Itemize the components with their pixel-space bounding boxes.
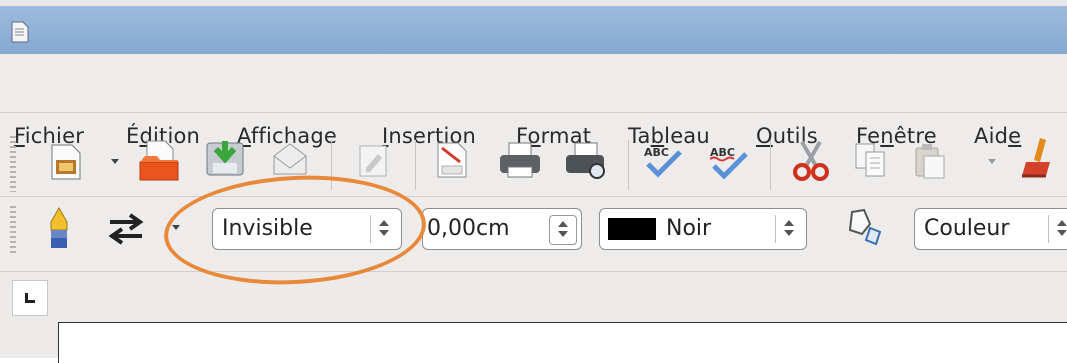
edit-file-icon[interactable] [355, 142, 391, 180]
line-color-combo[interactable]: Noir [599, 208, 807, 250]
line-color-spin-icon[interactable] [775, 215, 802, 243]
toolbar-grip[interactable] [10, 206, 16, 256]
toolbar-row-separator [0, 196, 1067, 197]
line-width-spin-icon[interactable] [549, 215, 577, 245]
line-width-field[interactable]: 0,00cm [422, 208, 582, 250]
toolbar-separator [628, 140, 629, 190]
toolbar-separator [415, 140, 416, 190]
export-pdf-icon[interactable] [434, 140, 470, 180]
paste-dropdown-arrow[interactable] [988, 159, 996, 164]
area-style-combo[interactable]: Couleur [914, 208, 1067, 250]
email-document-icon[interactable] [270, 140, 310, 180]
line-pen-icon[interactable] [44, 206, 74, 252]
autospellcheck-icon[interactable]: ABC [706, 142, 750, 180]
open-icon[interactable] [137, 138, 181, 182]
area-style-value: Couleur [924, 216, 1010, 241]
tab-stop-selector[interactable] [12, 280, 48, 316]
menu-bar: Fichier Édition Affichage Insertion Form… [0, 54, 1067, 148]
toolbar-grip[interactable] [10, 136, 16, 192]
document-app-icon [11, 21, 29, 43]
svg-text:ABC: ABC [644, 146, 669, 159]
print-preview-icon[interactable] [563, 139, 609, 181]
new-document-icon[interactable] [48, 142, 84, 182]
line-width-value: 0,00cm [427, 216, 510, 241]
save-icon[interactable] [203, 137, 247, 181]
format-paintbrush-icon[interactable] [1016, 136, 1056, 182]
copy-icon[interactable] [852, 140, 890, 182]
menubar-separator [0, 112, 1067, 113]
menu-aide[interactable]: Aide [974, 124, 1021, 148]
area-fill-icon[interactable] [842, 206, 886, 250]
title-bar [0, 6, 1067, 54]
spellcheck-icon[interactable]: ABC [640, 142, 684, 180]
line-color-value: Noir [666, 216, 712, 241]
toolbar-separator [770, 140, 771, 190]
cut-icon[interactable] [790, 138, 832, 182]
new-dropdown-arrow[interactable] [111, 159, 119, 164]
document-page[interactable] [58, 322, 1067, 363]
paste-icon[interactable] [912, 140, 950, 182]
print-icon[interactable] [497, 139, 543, 181]
area-style-spin-icon[interactable] [1048, 215, 1067, 243]
line-color-swatch [608, 218, 656, 240]
arrow-style-icon[interactable] [106, 212, 146, 246]
